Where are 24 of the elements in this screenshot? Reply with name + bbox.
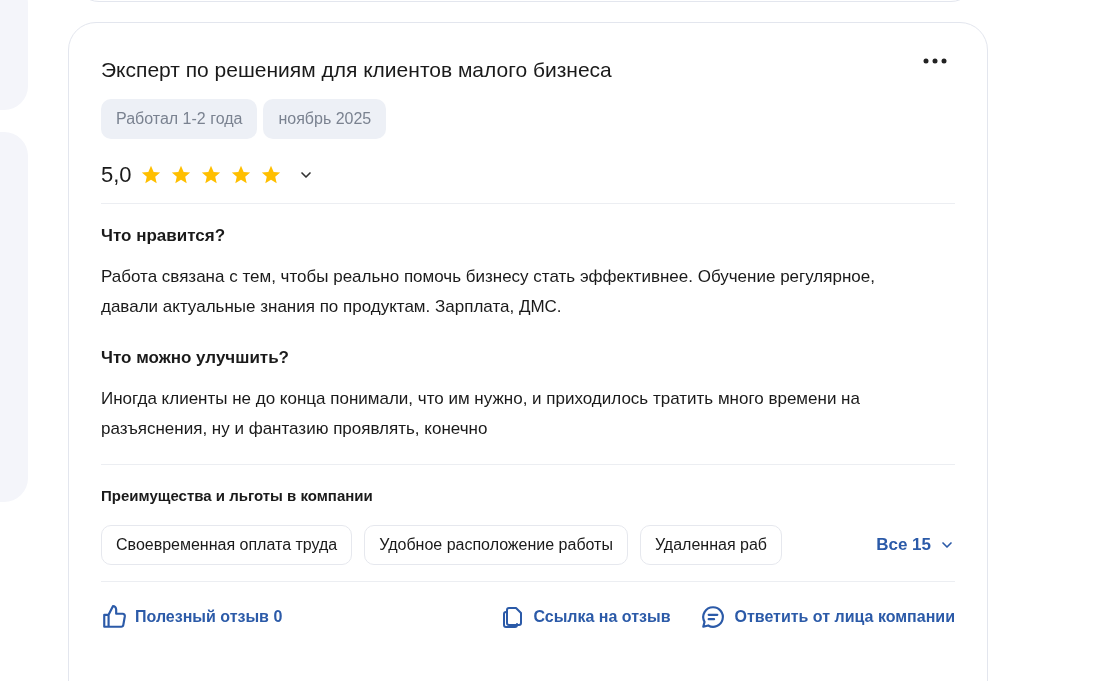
tag: ноябрь 2025: [263, 99, 387, 139]
tag: Работал 1-2 года: [101, 99, 258, 139]
review-text: Иногда клиенты не до конца понимали, что им нужно, и приходилось тратить много времени на разъяснения, ну и фантазию проявлять, конечно: [101, 388, 861, 440]
thumbs-up-icon: [101, 604, 127, 630]
rating-value: 5,0: [101, 161, 132, 189]
review-title: Эксперт по решениям для клиентов малого бизнеса: [101, 57, 612, 83]
star-icon: [229, 164, 252, 186]
reply-button[interactable]: Ответить от лица компании: [700, 604, 955, 630]
benefit-chip: Удаленная раб: [639, 525, 782, 565]
more-icon: [923, 57, 947, 65]
star-icon: [259, 164, 282, 186]
chat-bubble-icon: [700, 604, 727, 630]
star-icon: [169, 164, 192, 186]
star-icon: [199, 164, 222, 186]
review-link-button[interactable]: Ссылка на отзыв: [501, 605, 671, 629]
benefits-heading: Преимущества и льготы в компании: [101, 486, 374, 506]
helpful-review-button[interactable]: Полезный отзыв 0: [101, 604, 283, 630]
star-icon: [139, 164, 162, 186]
benefit-chip: Удобное расположение работы: [364, 525, 628, 565]
section-heading: Что можно улучшить?: [101, 347, 290, 369]
section-heading: Что нравится?: [101, 225, 227, 247]
review-text: Работа связана с тем, чтобы реально помочь бизнесу стать эффективнее. Обучение регулярное, давали актуальные знания по продуктам. Зарплата, ДМС.: [101, 266, 876, 318]
benefit-chip: Своевременная оплата труда: [101, 525, 353, 565]
show-all-button[interactable]: Все 15: [876, 532, 955, 558]
